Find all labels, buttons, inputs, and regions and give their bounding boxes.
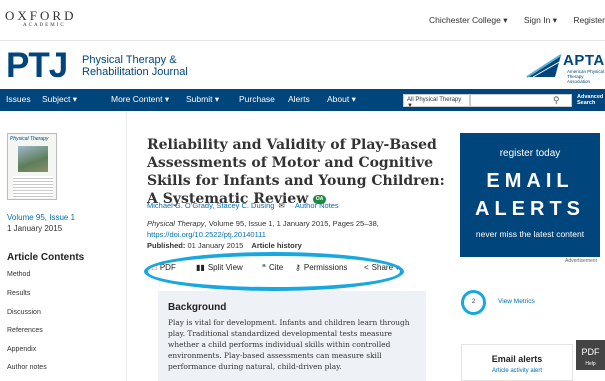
share-button[interactable]: < Share ▾: [364, 263, 399, 272]
register-link[interactable]: Register: [573, 15, 605, 25]
article-contents-heading: Article Contents: [7, 252, 85, 263]
published-label: Published:: [147, 241, 186, 250]
search-scope-select[interactable]: All Physical Therapy ▼: [403, 94, 470, 109]
oxford-wordmark: OXFORD: [5, 8, 77, 23]
share-label: Share ▾: [371, 263, 400, 272]
search-scope-value: All Physical Therapy: [407, 97, 462, 103]
contents-item-discussion[interactable]: Discussion: [7, 309, 41, 316]
pdf-button[interactable]: □ PDF: [152, 263, 176, 272]
floating-pdf-label: PDF: [581, 347, 600, 357]
author-notes-link[interactable]: Author Notes: [295, 201, 339, 210]
email-alerts-box: Email alerts Article activity alert: [461, 344, 573, 381]
view-metrics-link[interactable]: View Metrics: [498, 298, 535, 305]
main-nav: Issues Subject ▾ More Content ▾ Submit ▾…: [0, 89, 605, 111]
email-alerts-heading: Email alerts: [491, 354, 543, 364]
author-names[interactable]: Michael G. O’Grady, Stacey C. Dusing: [147, 201, 274, 210]
advanced-search-link[interactable]: Advanced Search: [577, 94, 605, 106]
permissions-label: Permissions: [303, 263, 348, 272]
abstract-box: Background Play is vital for development…: [158, 291, 426, 381]
contents-item-references[interactable]: References: [7, 327, 43, 334]
floating-pdf-button[interactable]: PDF Help: [576, 340, 605, 370]
abstract-heading: Background: [168, 302, 227, 313]
sign-in-menu[interactable]: Sign In ▾: [524, 15, 557, 25]
account-links: Chichester College ▾ Sign In ▾ Register: [415, 15, 605, 26]
help-label[interactable]: Help: [576, 361, 605, 367]
doi-link[interactable]: https://doi.org/10.2522/ptj.20140111: [147, 230, 266, 239]
journal-name-line2: Rehabilitation Journal: [82, 66, 188, 78]
contents-item-author-notes[interactable]: Author notes: [7, 364, 47, 371]
cite-button[interactable]: “Cite: [262, 263, 283, 272]
pdf-label: PDF: [159, 263, 176, 272]
apta-wordmark: APTA: [563, 52, 605, 69]
top-bar: OXFORD ACADEMIC Chichester College ▾ Sig…: [0, 0, 605, 40]
journal-name-line1: Physical Therapy &: [82, 54, 177, 66]
journal-name[interactable]: Physical Therapy & Rehabilitation Journa…: [82, 54, 188, 78]
oxford-academic-logo[interactable]: OXFORD ACADEMIC: [5, 8, 77, 29]
nav-submit[interactable]: Submit ▾: [186, 94, 219, 105]
cite-label: Cite: [269, 263, 284, 272]
article-title-text: Reliability and Validity of Play-Based A…: [147, 137, 445, 207]
volume-date: 1 January 2015: [7, 224, 63, 233]
nav-alerts[interactable]: Alerts: [288, 94, 310, 104]
nav-more-content[interactable]: More Content ▾: [111, 94, 169, 105]
nav-issues[interactable]: Issues: [6, 94, 31, 104]
envelope-icon[interactable]: ✉: [279, 201, 285, 210]
cover-image: [18, 146, 48, 172]
nav-about[interactable]: About ▾: [327, 94, 356, 105]
advertisement-label: Advertisement: [565, 258, 597, 264]
ad-email-text: EMAIL: [486, 170, 574, 192]
article-title: Reliability and Validity of Play-Based A…: [147, 136, 452, 208]
apta-swoosh-icon: [526, 54, 562, 78]
split-view-button[interactable]: ▮▮ Split View: [196, 263, 243, 272]
metrics-badge[interactable]: 2: [461, 290, 486, 315]
cover-title: Physical Therapy: [10, 136, 49, 142]
key-icon: ⚷: [295, 263, 301, 272]
citation-journal: Physical Therapy: [147, 219, 205, 228]
apta-logo[interactable]: APTA American Physical Therapy Associati…: [525, 51, 605, 87]
abstract-text: Play is vital for development. Infants a…: [168, 318, 410, 371]
ad-alerts-text: ALERTS: [475, 198, 585, 220]
search-icon[interactable]: ⚲: [553, 95, 560, 106]
citation-details: , Volume 95, Issue 1, 1 January 2015, Pa…: [204, 219, 379, 228]
contents-item-appendix[interactable]: Appendix: [7, 346, 36, 353]
volume-link[interactable]: Volume 95, Issue 1: [7, 213, 75, 222]
contents-item-method[interactable]: Method: [7, 271, 30, 278]
share-icon: <: [364, 263, 369, 272]
ptj-logo[interactable]: PTJ: [6, 48, 68, 83]
published-date: 01 January 2015: [187, 241, 244, 250]
split-view-icon: ▮▮: [196, 263, 205, 272]
permissions-button[interactable]: ⚷ Permissions: [295, 263, 347, 272]
article-activity-alert-link[interactable]: Article activity alert: [462, 368, 572, 374]
journal-banner: PTJ Physical Therapy & Rehabilitation Jo…: [0, 41, 605, 89]
quote-icon: “: [262, 263, 266, 272]
nav-purchase[interactable]: Purchase: [239, 94, 275, 104]
published-line: Published: 01 January 2015 Article histo…: [147, 241, 302, 250]
column-divider: [126, 111, 127, 381]
email-alerts-ad[interactable]: register today EMAIL ALERTS never miss t…: [460, 133, 600, 257]
apta-subtitle: American Physical Therapy Association: [567, 69, 605, 84]
cover-text-lines: [13, 176, 53, 198]
authors-line: Michael G. O’Grady, Stacey C. Dusing ✉ A…: [147, 201, 339, 210]
split-view-label: Split View: [207, 263, 243, 272]
ad-register-text: register today: [499, 148, 561, 159]
article-history-link[interactable]: Article history: [251, 241, 301, 250]
academic-wordmark: ACADEMIC: [23, 23, 66, 28]
institution-menu[interactable]: Chichester College ▾: [429, 15, 507, 25]
contents-item-results[interactable]: Results: [7, 290, 30, 297]
pdf-icon: □: [152, 263, 157, 272]
issue-cover[interactable]: Physical Therapy: [7, 133, 57, 200]
citation-line: Physical Therapy, Volume 95, Issue 1, 1 …: [147, 219, 447, 229]
nav-subject[interactable]: Subject ▾: [42, 94, 77, 105]
ad-tagline: never miss the latest content: [475, 229, 585, 239]
